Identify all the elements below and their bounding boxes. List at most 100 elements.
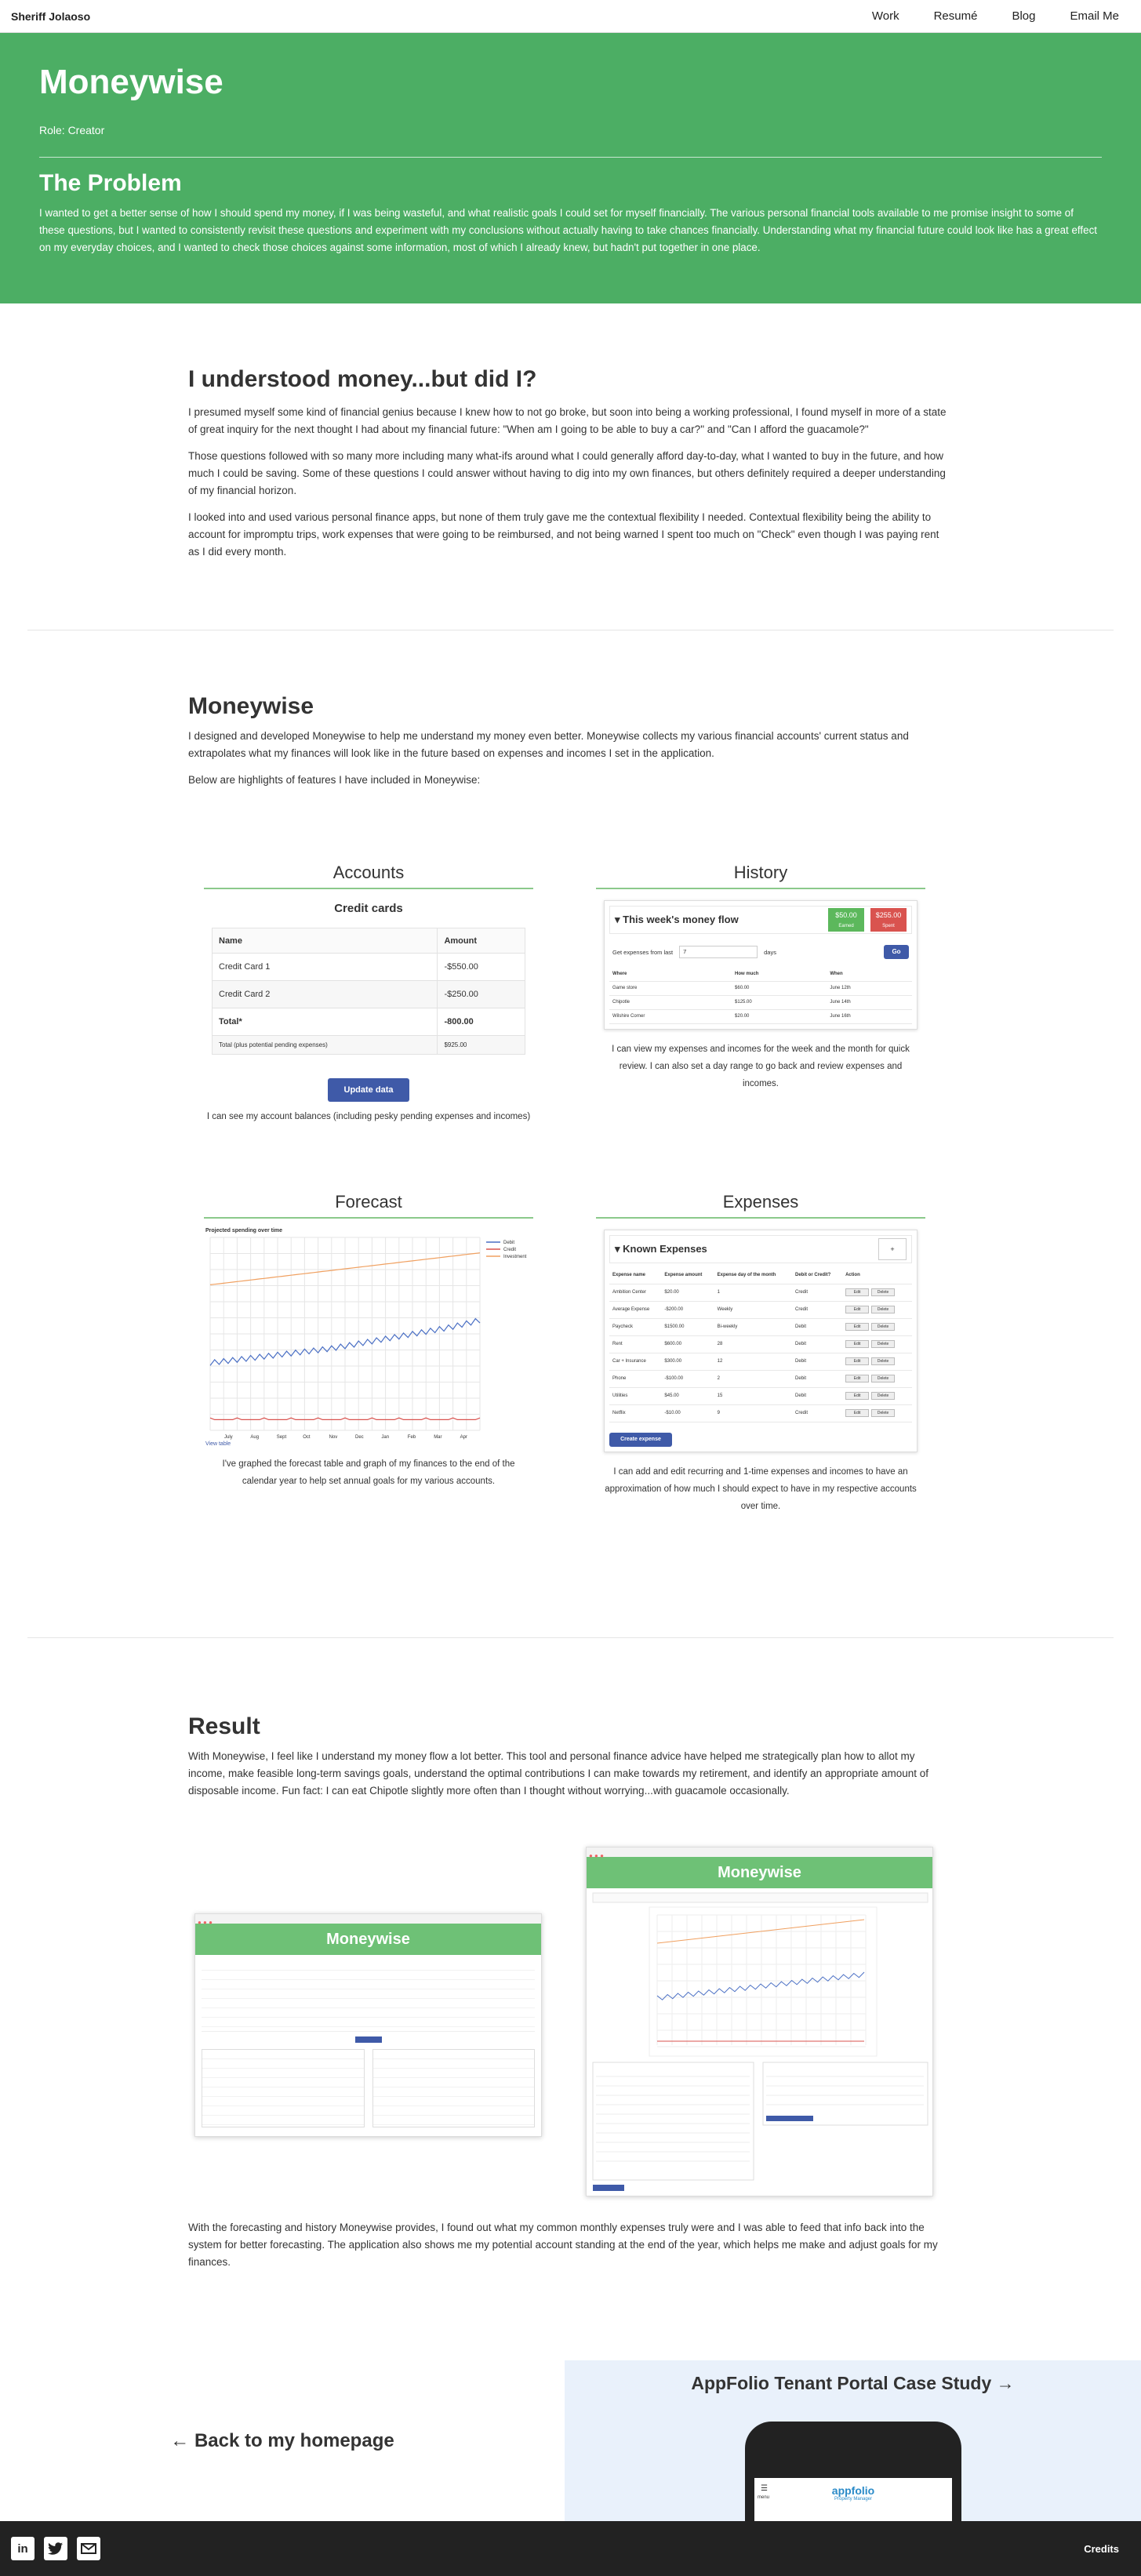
table-cell: Bi-weekly xyxy=(714,1318,792,1336)
table-row: Ambition Center $20.00 1 Credit Edit Delete xyxy=(609,1284,912,1302)
screenshot-panel xyxy=(592,2062,754,2181)
twitter-icon[interactable] xyxy=(44,2537,67,2560)
screenshot-chart xyxy=(649,1906,878,2057)
delete-button[interactable]: Delete xyxy=(871,1288,896,1296)
history-feature: History ▾ This week's money flow $50.00 E… xyxy=(596,863,925,1092)
edit-button[interactable]: Edit xyxy=(845,1375,870,1382)
earned-badge: $50.00 Earned xyxy=(828,908,864,932)
history-title: History xyxy=(596,863,925,889)
history-panel: ▾ This week's money flow $50.00 Earned $2… xyxy=(604,900,918,1030)
table-cell: Credit xyxy=(792,1301,843,1319)
brand-name[interactable]: Sheriff Jolaoso xyxy=(11,10,90,23)
legend-label: Debit xyxy=(503,1241,514,1245)
update-data-button[interactable]: Update data xyxy=(328,1078,409,1102)
delete-button[interactable]: Delete xyxy=(871,1306,896,1313)
arrow-right-icon: → xyxy=(991,2373,1015,2393)
table-cell: 12 xyxy=(714,1353,792,1371)
table-cell: -$550.00 xyxy=(437,953,525,981)
action-cell: Edit Delete xyxy=(842,1301,912,1319)
history-panel-title: ▾ This week's money flow xyxy=(615,914,739,925)
understood-p2: Those questions followed with so many mo… xyxy=(188,450,946,496)
table-cell: Debit xyxy=(792,1387,843,1405)
delete-button[interactable]: Delete xyxy=(871,1340,896,1348)
legend-label: Investment xyxy=(503,1255,527,1259)
table-cell: 9 xyxy=(714,1404,792,1422)
table-cell: -$200.00 xyxy=(661,1301,714,1319)
nav-link-email[interactable]: Email Me xyxy=(1070,9,1119,23)
delete-button[interactable]: Delete xyxy=(871,1375,896,1382)
edit-button[interactable]: Edit xyxy=(845,1409,870,1417)
x-tick-label: Oct xyxy=(303,1435,311,1440)
section-divider xyxy=(27,1637,1114,1638)
delete-button[interactable]: Delete xyxy=(871,1323,896,1331)
table-cell: $1500.00 xyxy=(661,1318,714,1336)
role-label: Role: Creator xyxy=(39,124,105,136)
back-home-panel[interactable]: ← Back to my homepage xyxy=(0,2360,565,2521)
table-header: How much xyxy=(732,967,827,982)
edit-button[interactable]: Edit xyxy=(845,1323,870,1331)
phone-logo: appfolio xyxy=(831,2484,875,2497)
forecast-chart: Projected spending over time July Aug Sept… xyxy=(204,1226,533,1454)
screenshot-button xyxy=(593,2185,624,2191)
result-screenshot-forecast: ● ● ● Moneywise xyxy=(586,1847,933,2196)
view-table-link[interactable]: View table xyxy=(205,1441,231,1447)
social-links: in xyxy=(11,2537,100,2560)
table-cell: 1 xyxy=(714,1284,792,1302)
screenshot-button xyxy=(766,2116,813,2121)
table-cell: Average Expense xyxy=(609,1301,662,1319)
go-button[interactable]: Go xyxy=(884,945,909,959)
problem-text: I wanted to get a better sense of how I … xyxy=(39,207,1097,253)
edit-button[interactable]: Edit xyxy=(845,1392,870,1400)
expenses-caption: I can add and edit recurring and 1-time … xyxy=(605,1466,917,1511)
nav-link-blog[interactable]: Blog xyxy=(1012,9,1035,23)
chevron-down-icon[interactable]: ▾ xyxy=(615,914,623,925)
linkedin-icon[interactable]: in xyxy=(11,2537,35,2560)
table-cell: Game store xyxy=(609,981,732,996)
moneywise-heading: Moneywise xyxy=(188,693,314,719)
delete-button[interactable]: Delete xyxy=(871,1409,896,1417)
back-home-link[interactable]: ← Back to my homepage xyxy=(170,2430,394,2452)
table-cell: Utilities xyxy=(609,1387,662,1405)
edit-button[interactable]: Edit xyxy=(845,1340,870,1348)
days-input[interactable]: 7 xyxy=(679,946,758,958)
table-cell: 15 xyxy=(714,1387,792,1405)
credits-link[interactable]: Credits xyxy=(1084,2543,1130,2555)
edit-button[interactable]: Edit xyxy=(845,1306,870,1313)
table-header: Expense name xyxy=(609,1266,662,1284)
accounts-col-name: Name xyxy=(211,928,438,954)
table-cell: Rent xyxy=(609,1335,662,1353)
table-cell: Ambition Center xyxy=(609,1284,662,1302)
table-cell: Debit xyxy=(792,1318,843,1336)
expenses-panel-title: ▾ Known Expenses xyxy=(615,1243,707,1255)
understood-p1: I presumed myself some kind of financial… xyxy=(188,406,947,435)
result-screenshot-dashboard: ● ● ● Moneywise xyxy=(194,1913,542,2137)
next-case-study-link[interactable]: AppFolio Tenant Portal Case Study → xyxy=(565,2373,1141,2394)
table-header: When xyxy=(827,967,912,982)
add-expense-button[interactable]: + xyxy=(878,1238,907,1260)
delete-button[interactable]: Delete xyxy=(871,1357,896,1365)
accounts-table: Name Amount Credit Card 1 -$550.00 Credit… xyxy=(211,928,525,1055)
history-caption: I can view my expenses and incomes for t… xyxy=(612,1044,910,1088)
accounts-caption: I can see my account balances (including… xyxy=(206,1112,531,1121)
next-case-study-panel[interactable]: AppFolio Tenant Portal Case Study → ☰ me… xyxy=(565,2360,1141,2521)
understood-heading: I understood money...but did I? xyxy=(188,366,537,392)
filter-unit: days xyxy=(764,948,776,956)
email-icon[interactable] xyxy=(77,2537,100,2560)
chevron-down-icon[interactable]: ▾ xyxy=(615,1243,623,1255)
nav-link-work[interactable]: Work xyxy=(872,9,899,23)
hero-banner: Moneywise Role: Creator The Problem I wa… xyxy=(0,33,1141,303)
accounts-col-amount: Amount xyxy=(437,928,525,954)
table-cell: Debit xyxy=(792,1335,843,1353)
create-expense-button[interactable]: Create expense xyxy=(609,1432,672,1447)
x-tick-label: Nov xyxy=(329,1435,338,1440)
table-cell: Credit xyxy=(792,1284,843,1302)
nav-link-resume[interactable]: Resumé xyxy=(934,9,978,23)
x-tick-label: July xyxy=(224,1435,233,1440)
table-cell: -$250.00 xyxy=(437,980,525,1008)
edit-button[interactable]: Edit xyxy=(845,1357,870,1365)
action-cell: Edit Delete xyxy=(842,1318,912,1336)
edit-button[interactable]: Edit xyxy=(845,1288,870,1296)
accounts-subtitle: Credit cards xyxy=(334,902,403,915)
delete-button[interactable]: Delete xyxy=(871,1392,896,1400)
table-cell: Wilshire Corner xyxy=(609,1009,732,1024)
